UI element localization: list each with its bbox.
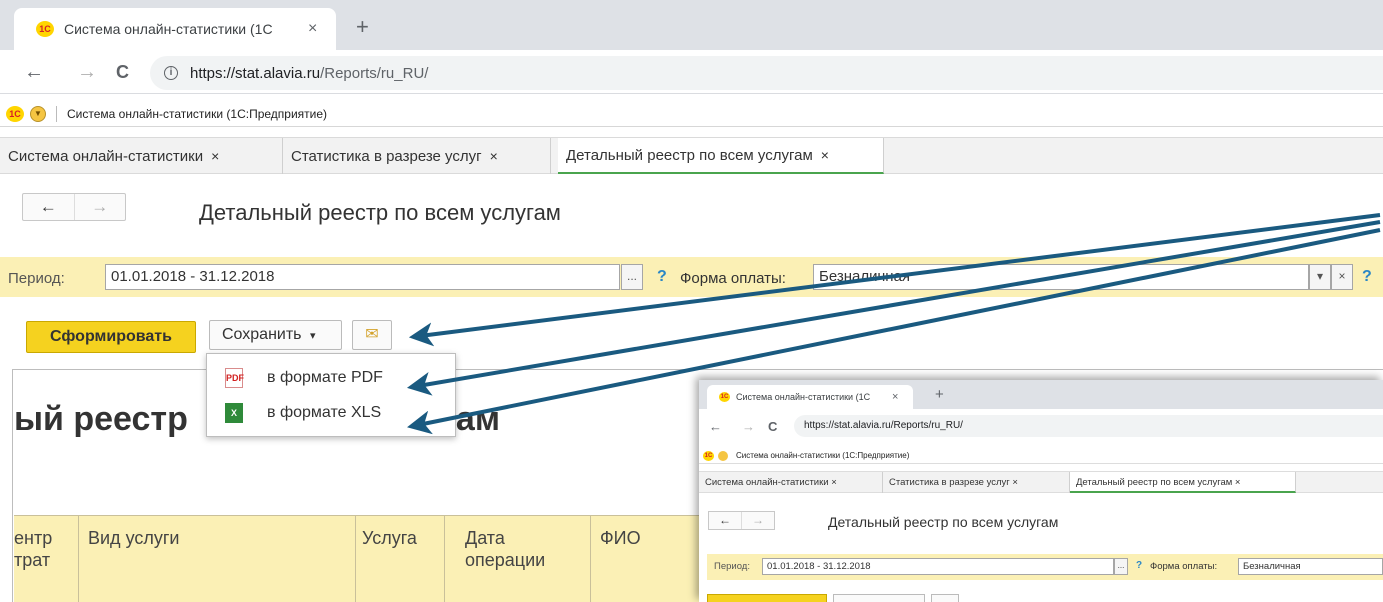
payment-form-field[interactable]: Безналичная bbox=[1238, 558, 1383, 575]
browser-tab[interactable]: 1С Система онлайн-статистики (1С × bbox=[707, 385, 913, 409]
period-label: Период: bbox=[714, 561, 750, 572]
history-nav: ← → bbox=[708, 511, 775, 530]
form-tabs-bar: Система онлайн-статистики × Статистика в… bbox=[0, 137, 1383, 174]
url-host: https://stat.alavia.ru bbox=[190, 64, 321, 82]
payment-form-field[interactable]: Безналичная bbox=[813, 264, 1309, 290]
reload-button[interactable]: C bbox=[768, 419, 777, 434]
browser-tab[interactable]: 1С Система онлайн-статистики (1С × bbox=[14, 8, 336, 50]
browser-tab-title: Система онлайн-статистики (1С bbox=[736, 392, 871, 402]
tab-detailed-registry[interactable]: Детальный реестр по всем услугам × bbox=[558, 138, 884, 174]
period-field[interactable]: 01.01.2018 - 31.12.2018 bbox=[105, 264, 620, 290]
form-forward-button[interactable]: → bbox=[741, 512, 774, 529]
form-forward-button[interactable]: → bbox=[73, 194, 126, 220]
history-nav: ← → bbox=[22, 193, 126, 221]
tab-label: Система онлайн-статистики bbox=[8, 147, 204, 165]
form-title: Детальный реестр по всем услугам bbox=[828, 514, 1059, 530]
reload-button[interactable]: C bbox=[116, 61, 129, 83]
form-tabs-bar: Система онлайн-статистики × Статистика в… bbox=[699, 471, 1383, 493]
menu-item-label: в формате PDF bbox=[267, 369, 383, 386]
app-title: Система онлайн-статистики (1С:Предприяти… bbox=[736, 451, 910, 460]
inset-screenshot: 1С Система онлайн-статистики (1С × + ← →… bbox=[699, 380, 1383, 602]
help-icon[interactable]: ? bbox=[657, 268, 667, 286]
menu-item-save-xls[interactable]: X в формате XLS bbox=[207, 396, 455, 430]
forward-button[interactable]: → bbox=[77, 61, 97, 83]
app-title-bar: 1С ▼ Система онлайн-статистики (1С:Предп… bbox=[0, 101, 1383, 127]
url-path: /Reports/ru_RU/ bbox=[320, 64, 429, 82]
separator bbox=[56, 105, 57, 122]
excel-file-icon: X bbox=[225, 403, 243, 423]
generate-button[interactable]: Сформировать bbox=[26, 321, 196, 353]
column-header-cost-center: ентр трат bbox=[14, 528, 53, 570]
tab-label: Детальный реестр по всем услугам bbox=[566, 146, 813, 164]
close-icon[interactable]: × bbox=[821, 147, 829, 163]
save-button-label: Сохранить bbox=[222, 326, 302, 343]
generate-button[interactable] bbox=[707, 594, 827, 602]
column-header-service-type: Вид услуги bbox=[88, 528, 180, 548]
column-header-service: Услуга bbox=[362, 528, 417, 548]
1c-logo-icon: 1С bbox=[719, 392, 730, 402]
1c-logo-icon: 1С bbox=[36, 21, 54, 37]
1c-logo-icon: 1С bbox=[6, 105, 24, 122]
app-title: Система онлайн-статистики (1С:Предприяти… bbox=[67, 106, 328, 121]
app-title-bar: 1С Система онлайн-статистики (1С:Предпри… bbox=[699, 448, 1383, 464]
column-header-operation-date: Дата операции bbox=[465, 528, 546, 570]
tab-label: Статистика в разрезе услуг bbox=[291, 147, 482, 165]
period-field[interactable]: 01.01.2018 - 31.12.2018 bbox=[762, 558, 1114, 575]
tab-detailed-registry[interactable]: Детальный реестр по всем услугам × bbox=[1070, 472, 1296, 493]
help-icon[interactable]: ? bbox=[1136, 560, 1142, 571]
new-tab-button[interactable]: + bbox=[935, 386, 944, 403]
envelope-icon: ✉ bbox=[365, 326, 379, 343]
main-menu-icon[interactable]: ▼ bbox=[30, 105, 46, 122]
period-select-button[interactable]: ... bbox=[1114, 558, 1128, 575]
help-icon[interactable]: ? bbox=[1362, 268, 1372, 286]
payment-form-label: Форма оплаты: bbox=[680, 270, 786, 287]
new-tab-button[interactable]: + bbox=[356, 14, 369, 40]
tab-services-statistics[interactable]: Статистика в разрезе услуг × bbox=[283, 138, 551, 174]
browser-tab-title: Система онлайн-статистики (1С bbox=[64, 21, 273, 37]
back-button[interactable]: ← bbox=[24, 61, 44, 83]
dropdown-icon[interactable]: ▾ bbox=[1309, 264, 1331, 290]
save-button[interactable]: Сохранить ▾ bbox=[209, 320, 342, 350]
column-header-full-name: ФИО bbox=[600, 528, 641, 548]
close-tab-icon[interactable]: × bbox=[892, 391, 898, 403]
chevron-down-icon: ▾ bbox=[309, 330, 316, 342]
menu-item-label: в формате XLS bbox=[267, 404, 382, 421]
1c-logo-icon: 1С bbox=[703, 450, 714, 461]
period-label: Период: bbox=[8, 270, 65, 287]
tab-online-statistics[interactable]: Система онлайн-статистики × bbox=[699, 472, 883, 493]
divider bbox=[78, 515, 79, 602]
info-icon[interactable]: i bbox=[164, 66, 178, 80]
send-email-button[interactable] bbox=[931, 594, 959, 602]
send-email-button[interactable]: ✉ bbox=[352, 320, 392, 350]
save-format-menu: PDF в формате PDF X в формате XLS bbox=[206, 353, 456, 437]
forward-button[interactable]: → bbox=[742, 419, 755, 434]
clear-icon[interactable]: × bbox=[1331, 264, 1353, 290]
save-button[interactable] bbox=[833, 594, 925, 602]
report-title-part: ый реестр bbox=[14, 400, 188, 438]
form-title: Детальный реестр по всем услугам bbox=[199, 200, 561, 225]
period-select-button[interactable]: ... bbox=[621, 264, 643, 290]
payment-form-label: Форма оплаты: bbox=[1150, 561, 1218, 572]
close-icon[interactable]: × bbox=[211, 148, 219, 164]
form-back-button[interactable]: ← bbox=[709, 512, 741, 529]
divider bbox=[590, 515, 591, 602]
divider bbox=[444, 515, 445, 602]
close-tab-icon[interactable]: × bbox=[308, 20, 317, 38]
back-button[interactable]: ← bbox=[709, 419, 722, 434]
form-back-button[interactable]: ← bbox=[23, 194, 74, 220]
main-menu-icon[interactable] bbox=[718, 450, 728, 461]
tab-online-statistics[interactable]: Система онлайн-статистики × bbox=[0, 138, 283, 174]
url-bar[interactable]: i https://stat.alavia.ru/Reports/ru_RU/ bbox=[150, 56, 1383, 90]
close-icon[interactable]: × bbox=[490, 148, 498, 164]
divider bbox=[355, 515, 356, 602]
tab-services-statistics[interactable]: Статистика в разрезе услуг × bbox=[883, 472, 1070, 493]
arrow-to-pdf-item bbox=[406, 220, 1381, 396]
url-bar[interactable]: https://stat.alavia.ru/Reports/ru_RU/ bbox=[794, 415, 1383, 437]
menu-item-save-pdf[interactable]: PDF в формате PDF bbox=[207, 361, 455, 395]
pdf-file-icon: PDF bbox=[225, 368, 244, 388]
